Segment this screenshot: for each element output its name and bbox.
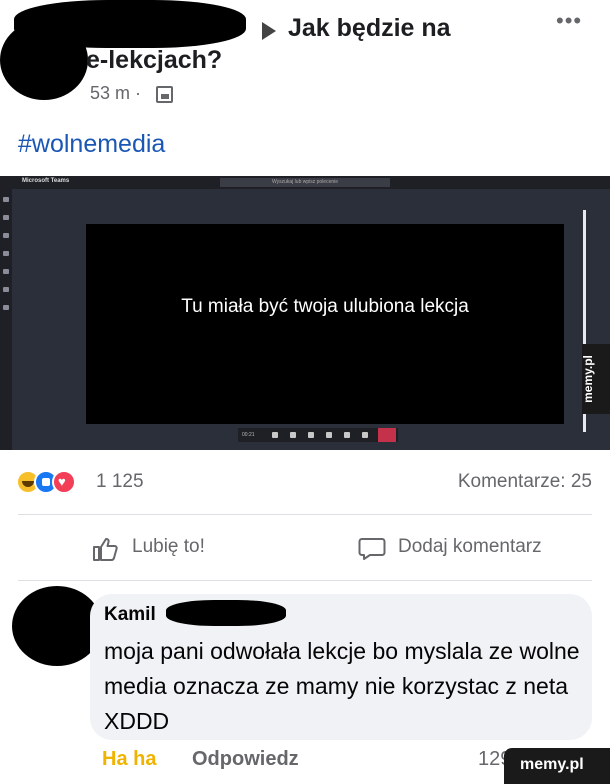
calendar-icon	[3, 251, 9, 256]
teams-app-name: Microsoft Teams	[22, 178, 70, 184]
reply-button[interactable]: Odpowiedz	[192, 748, 299, 771]
redacted-avatar	[12, 586, 102, 666]
calls-icon	[3, 269, 9, 274]
arrow-right-icon	[262, 22, 276, 40]
comment-text: moja pani odwołała lekcje bo myslala ze …	[104, 638, 580, 734]
post-image[interactable]: Microsoft Teams Wyszukaj lub wpisz polec…	[0, 176, 610, 450]
watermark-side: memy.pl	[581, 344, 610, 414]
camera-icon	[272, 432, 278, 438]
redacted-author-name	[166, 600, 286, 626]
watermark: memy.pl	[504, 748, 610, 784]
video-stage: Tu miała być twoja ulubiona lekcja	[86, 224, 564, 424]
globe-icon	[156, 86, 173, 103]
teams-topbar: Microsoft Teams Wyszukaj lub wpisz polec…	[0, 176, 610, 189]
comment-author[interactable]: Kamil	[104, 604, 156, 626]
post-time[interactable]: 53 m ·	[90, 83, 141, 104]
mic-icon	[290, 432, 296, 438]
participants-icon	[362, 432, 368, 438]
apps-icon	[3, 305, 9, 310]
call-controls: 00:21	[238, 428, 398, 442]
call-time: 00:21	[242, 432, 255, 438]
chat-icon	[344, 432, 350, 438]
share-icon	[308, 432, 314, 438]
activity-icon	[3, 197, 9, 202]
hashtag-link[interactable]: #wolnemedia	[18, 130, 165, 159]
love-reaction-icon	[52, 470, 76, 494]
more-icon	[326, 432, 332, 438]
ellipsis-icon[interactable]: •••	[556, 8, 582, 34]
comment-reaction-button[interactable]: Ha ha	[102, 748, 156, 771]
redacted-avatar	[0, 20, 88, 100]
chat-icon	[3, 215, 9, 220]
lesson-text: Tu miała być twoja ulubiona lekcja	[181, 296, 469, 317]
post-title-line2[interactable]: e-lekcjach?	[86, 46, 222, 75]
comments-count[interactable]: Komentarze: 25	[458, 471, 592, 493]
add-comment-button[interactable]: Dodaj komentarz	[398, 536, 542, 558]
comment-bubble-icon[interactable]	[358, 537, 386, 561]
divider	[18, 514, 592, 515]
hangup-icon	[378, 428, 396, 442]
thumbs-up-icon[interactable]	[92, 536, 118, 562]
teams-icon	[3, 233, 9, 238]
teams-sidebar	[0, 189, 12, 450]
reactions-count[interactable]: 1 125	[96, 471, 144, 493]
like-button[interactable]: Lubię to!	[132, 536, 205, 558]
teams-search: Wyszukaj lub wpisz polecenie	[220, 178, 390, 187]
divider	[18, 580, 592, 581]
post-header: Jak będzie na e-lekcjach? 53 m · •••	[0, 0, 610, 120]
post-title-line1[interactable]: Jak będzie na	[288, 14, 451, 43]
files-icon	[3, 287, 9, 292]
